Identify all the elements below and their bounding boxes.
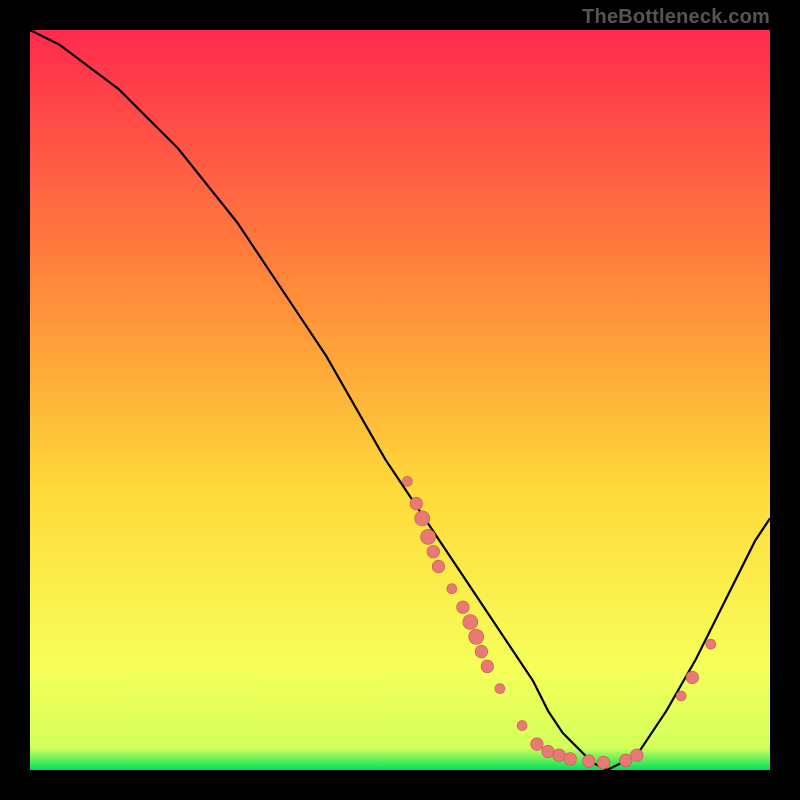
- data-point: [475, 645, 488, 658]
- data-point: [457, 601, 470, 614]
- data-point: [706, 639, 716, 649]
- chart-frame: { "watermark": "TheBottleneck.com", "col…: [0, 0, 800, 800]
- data-point: [481, 660, 494, 673]
- data-point: [432, 560, 445, 573]
- data-point: [495, 684, 505, 694]
- data-point: [410, 497, 423, 510]
- data-point: [597, 756, 610, 769]
- data-point: [686, 671, 699, 684]
- plot-area: [30, 30, 770, 770]
- data-point: [553, 749, 566, 762]
- data-point: [421, 529, 436, 544]
- data-point: [402, 476, 412, 486]
- data-point: [469, 629, 484, 644]
- data-point: [531, 738, 544, 751]
- data-point: [564, 753, 577, 766]
- data-point: [631, 749, 644, 762]
- data-point: [542, 745, 555, 758]
- data-point: [517, 721, 527, 731]
- data-point: [676, 691, 686, 701]
- data-point: [447, 584, 457, 594]
- watermark-text: TheBottleneck.com: [582, 6, 770, 29]
- data-point: [415, 511, 430, 526]
- chart-svg: [30, 30, 770, 770]
- gradient-background: [30, 30, 770, 770]
- data-point: [427, 545, 440, 558]
- data-point: [582, 755, 595, 768]
- data-point: [463, 615, 478, 630]
- data-point: [619, 754, 632, 767]
